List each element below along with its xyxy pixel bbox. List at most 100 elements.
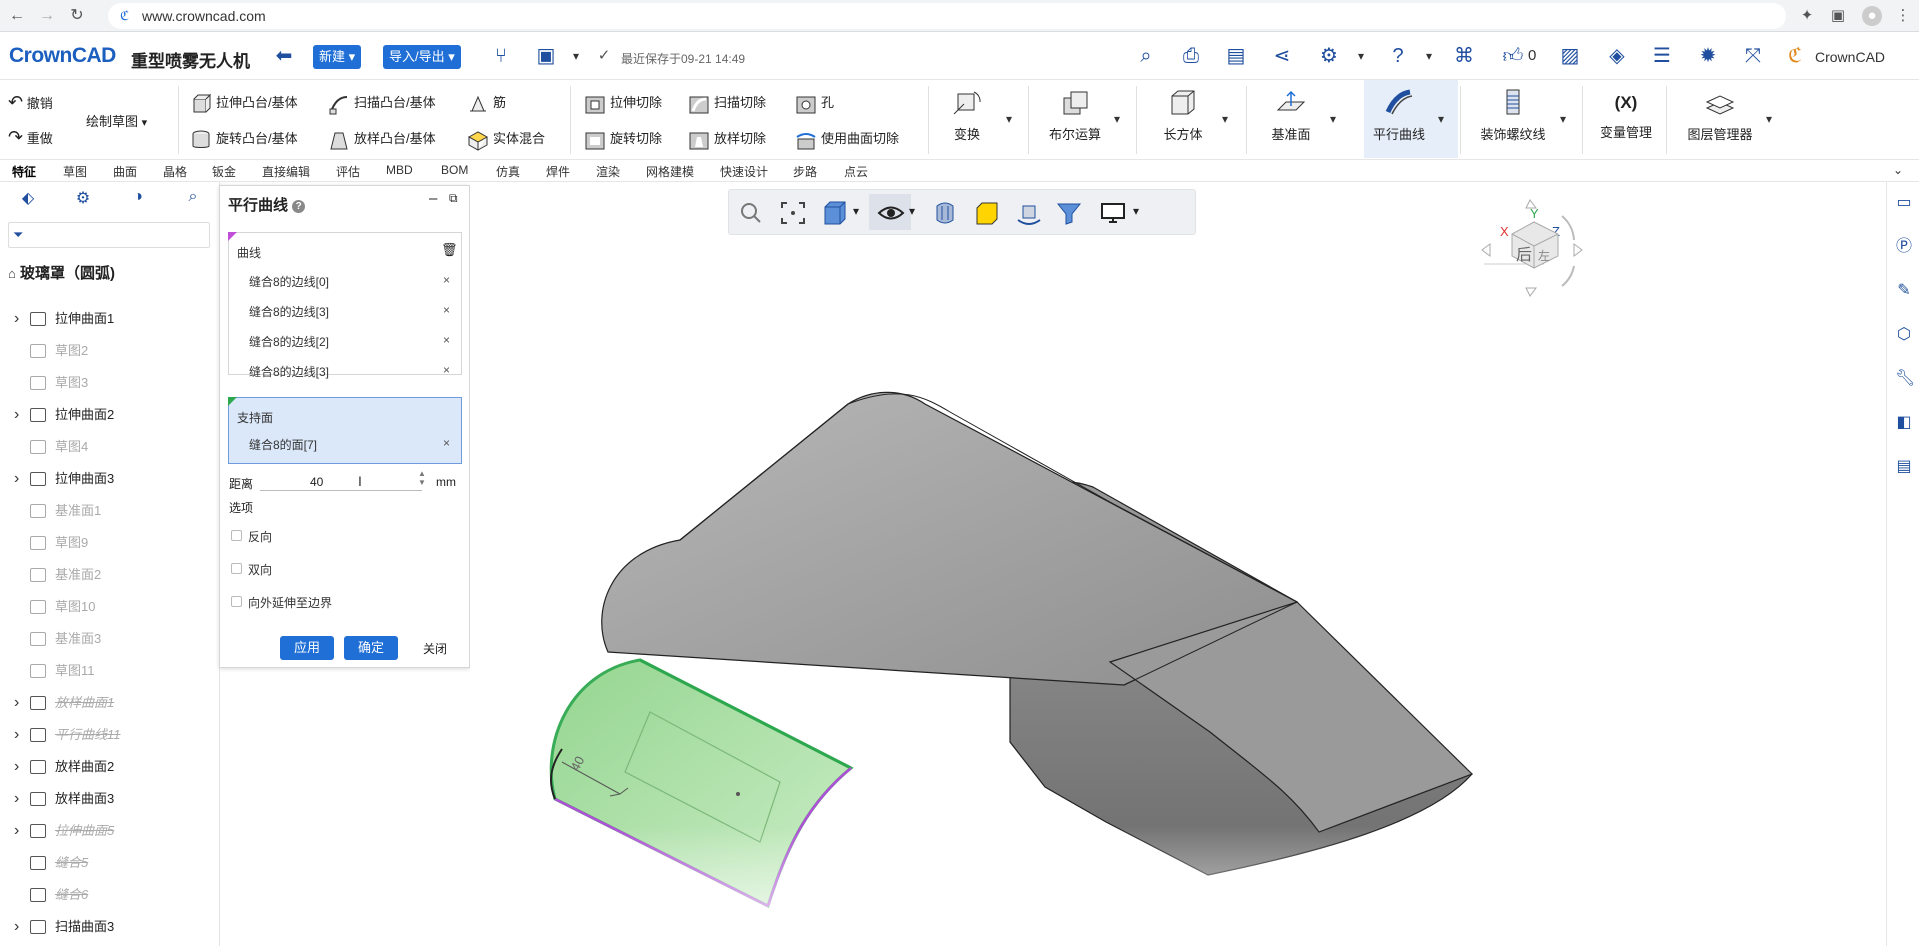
cube-icon[interactable]: ◈ bbox=[1603, 42, 1631, 70]
expand-chevron-icon[interactable]: › bbox=[14, 466, 19, 492]
tree-item[interactable]: › 拉伸曲面2 bbox=[0, 402, 220, 428]
new-button[interactable]: 新建 ▾ bbox=[313, 45, 362, 69]
shaded-view-icon[interactable] bbox=[973, 200, 1001, 226]
expand-chevron-icon[interactable]: › bbox=[14, 914, 19, 940]
tab-evaluate[interactable]: 评估 bbox=[336, 163, 360, 180]
sweep-boss-button[interactable]: 扫描凸台/基体 bbox=[328, 92, 436, 115]
network-icon[interactable]: ⌘ bbox=[1450, 42, 1478, 70]
loft-boss-button[interactable]: 放样凸台/基体 bbox=[328, 128, 436, 151]
tab-sheet-metal[interactable]: 钣金 bbox=[212, 163, 236, 180]
tab-render[interactable]: 渲染 bbox=[596, 163, 620, 180]
tab-surface[interactable]: 曲面 bbox=[113, 163, 137, 180]
back-icon[interactable]: ← bbox=[6, 6, 28, 26]
tab-quick-design[interactable]: 快速设计 bbox=[720, 163, 768, 180]
model-canvas[interactable]: 40 X Y Z 后 左 bbox=[470, 182, 1886, 946]
box-button[interactable]: 长方体 bbox=[1158, 88, 1208, 143]
address-bar[interactable]: ℭ www.crowncad.com bbox=[108, 3, 1786, 29]
import-export-button[interactable]: 导入/导出 ▾ bbox=[383, 45, 461, 69]
remove-icon[interactable]: × bbox=[443, 436, 450, 450]
expand-chevron-icon[interactable]: › bbox=[14, 402, 19, 428]
tree-item[interactable]: 草图2 bbox=[0, 338, 220, 364]
zoom-fit-icon[interactable] bbox=[779, 200, 807, 226]
properties-icon[interactable]: Ⓟ bbox=[1895, 238, 1913, 256]
chevron-down-icon[interactable]: ▾ bbox=[1330, 112, 1336, 126]
tree-filter[interactable]: ⏷ bbox=[8, 222, 210, 248]
sidepanel-icon[interactable]: ▣ bbox=[1828, 6, 1848, 26]
chevron-down-icon[interactable]: ▾ bbox=[1560, 112, 1566, 126]
tree-item[interactable]: 基准面3 bbox=[0, 626, 220, 652]
layer-manager-button[interactable]: 图层管理器 bbox=[1684, 88, 1756, 143]
chevron-down-icon[interactable]: ▾ bbox=[909, 204, 915, 218]
minimize-icon[interactable]: – bbox=[429, 190, 437, 207]
assembly-tab-icon[interactable]: ⚙ bbox=[70, 188, 96, 210]
tree-item[interactable]: 草图9 bbox=[0, 530, 220, 556]
expand-chevron-icon[interactable]: › bbox=[14, 306, 19, 332]
collapse-ribbon-icon[interactable]: ⌄ bbox=[1893, 163, 1903, 177]
view-orientation-icon[interactable] bbox=[821, 200, 849, 226]
tree-item[interactable]: › 平行曲线11 bbox=[0, 722, 220, 748]
tree-item[interactable]: › 拉伸曲面3 bbox=[0, 466, 220, 492]
curve-item[interactable]: 缝合8的边线[3] bbox=[249, 363, 329, 380]
tree-root[interactable]: ⌂ 玻璃罩（圆弧) bbox=[8, 262, 115, 283]
settings-icon[interactable]: ⚙ bbox=[1315, 42, 1343, 70]
edit-icon[interactable]: ✎ bbox=[1895, 282, 1913, 300]
support-face-selection-box[interactable]: 支持面 缝合8的面[7] × bbox=[228, 397, 462, 464]
expand-chevron-icon[interactable]: › bbox=[14, 786, 19, 812]
sweep-cut-button[interactable]: 扫描切除 bbox=[688, 92, 766, 115]
3d-viewport[interactable]: 40 X Y Z 后 左 bbox=[470, 182, 1886, 946]
extend-to-boundary-checkbox[interactable] bbox=[231, 596, 242, 607]
selection-filter-icon[interactable] bbox=[1055, 200, 1083, 226]
expand-chevron-icon[interactable]: › bbox=[14, 754, 19, 780]
support-face-item[interactable]: 缝合8的面[7] bbox=[249, 436, 317, 453]
list-icon[interactable]: ☰ bbox=[1648, 42, 1676, 70]
tree-item[interactable]: 草图10 bbox=[0, 594, 220, 620]
folder-icon[interactable]: ▭ bbox=[1895, 194, 1913, 212]
redo-button[interactable]: ↷ 重做 bbox=[8, 127, 53, 148]
forward-icon[interactable]: → bbox=[36, 6, 58, 26]
tree-item[interactable]: 草图11 bbox=[0, 658, 220, 684]
tree-item[interactable]: 基准面1 bbox=[0, 498, 220, 524]
like-icon[interactable]: 👍︎ bbox=[1499, 42, 1527, 70]
search-icon[interactable]: ⌕ bbox=[1132, 42, 1160, 70]
tree-item[interactable]: › 拉伸曲面1 bbox=[0, 306, 220, 332]
chevron-down-icon[interactable]: ▾ bbox=[1766, 112, 1772, 126]
datum-plane-button[interactable]: 基准面 bbox=[1266, 88, 1316, 143]
tab-mesh[interactable]: 网格建模 bbox=[646, 163, 694, 180]
share-icon[interactable]: ⋖ bbox=[1268, 42, 1296, 70]
curve-selection-box[interactable]: 曲线 🗑︎ 缝合8的边线[0] × 缝合8的边线[3] × 缝合8的边线[2] … bbox=[228, 232, 462, 379]
tab-weldment[interactable]: 焊件 bbox=[546, 163, 570, 180]
tree-item[interactable]: › 扫描曲面3 bbox=[0, 914, 220, 940]
section-view-icon[interactable] bbox=[931, 200, 959, 226]
hole-button[interactable]: 孔 bbox=[795, 92, 834, 115]
roll-ccw-icon[interactable] bbox=[1561, 265, 1575, 287]
chevron-down-icon[interactable]: ▾ bbox=[1006, 112, 1012, 126]
boolean-button[interactable]: 布尔运算 bbox=[1044, 88, 1106, 143]
transform-button[interactable]: 变换 bbox=[944, 88, 990, 143]
tab-lattice[interactable]: 晶格 bbox=[163, 163, 187, 180]
chevron-down-icon[interactable]: ▾ bbox=[853, 204, 859, 218]
tree-item[interactable]: › 拉伸曲面5 bbox=[0, 818, 220, 844]
apply-button[interactable]: 应用 bbox=[280, 636, 334, 660]
sketch-button[interactable]: 绘制草图 ▾ bbox=[86, 111, 147, 130]
back-arrow-icon[interactable]: ⬅ bbox=[270, 42, 298, 70]
fullscreen-icon[interactable]: ⤧ bbox=[1739, 42, 1767, 70]
remove-icon[interactable]: × bbox=[443, 363, 450, 377]
reload-icon[interactable]: ↻ bbox=[66, 6, 88, 26]
rotate-left-icon[interactable] bbox=[1481, 243, 1491, 257]
appearance-tab-icon[interactable]: ◑ bbox=[125, 188, 151, 210]
rib-button[interactable]: 筋 bbox=[467, 92, 506, 115]
tree-item[interactable]: › 放样曲面2 bbox=[0, 754, 220, 780]
tab-bom[interactable]: BOM bbox=[441, 163, 468, 177]
tree-item[interactable]: › 放样曲面1 bbox=[0, 690, 220, 716]
expand-chevron-icon[interactable]: › bbox=[14, 722, 19, 748]
stepper-icon[interactable]: ▲ ▼ bbox=[418, 469, 426, 487]
help-dropdown-icon[interactable]: ▾ bbox=[1415, 42, 1443, 70]
display-settings-icon[interactable] bbox=[1099, 200, 1127, 226]
curve-item[interactable]: 缝合8的边线[0] bbox=[249, 273, 329, 290]
tab-point-cloud[interactable]: 点云 bbox=[844, 163, 868, 180]
eye-icon[interactable] bbox=[877, 200, 905, 226]
save-dropdown-icon[interactable]: ▾ bbox=[562, 42, 590, 70]
tab-feature[interactable]: 特征 bbox=[12, 163, 36, 180]
revolve-cut-button[interactable]: 旋转切除 bbox=[584, 128, 662, 151]
tree-item[interactable]: 缝合6 bbox=[0, 882, 220, 908]
